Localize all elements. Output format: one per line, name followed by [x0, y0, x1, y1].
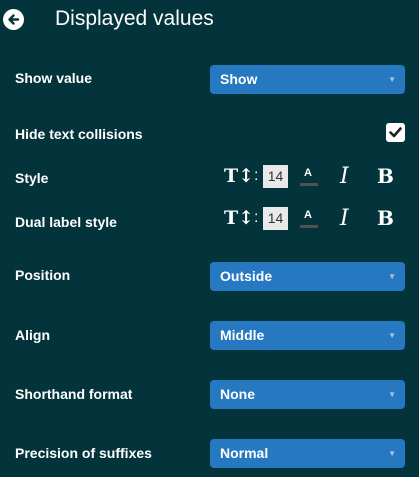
shorthand-format-selected: None: [220, 386, 255, 402]
panel-header: Displayed values: [0, 0, 419, 42]
dual-label-bold-button[interactable]: B: [377, 206, 394, 230]
show-value-label: Show value: [15, 70, 93, 86]
position-label: Position: [15, 267, 71, 283]
shorthand-format-select[interactable]: None ▼: [210, 380, 405, 409]
chevron-down-icon: ▼: [388, 331, 396, 340]
chevron-down-icon: ▼: [388, 75, 396, 84]
position-select[interactable]: Outside ▼: [210, 262, 405, 291]
color-swatch: [300, 183, 318, 186]
checkmark-icon: [389, 127, 402, 138]
show-value-selected: Show: [220, 71, 258, 87]
position-selected: Outside: [220, 268, 273, 284]
chevron-down-icon: ▼: [388, 272, 396, 281]
style-bold-button[interactable]: B: [377, 164, 394, 188]
precision-of-suffixes-selected: Normal: [220, 445, 269, 461]
back-arrow-icon[interactable]: [3, 9, 24, 30]
show-value-select[interactable]: Show ▼: [210, 65, 405, 94]
hide-text-collisions-label: Hide text collisions: [15, 126, 143, 142]
style-font-size-input[interactable]: 14: [263, 165, 288, 188]
dual-label-font-size-input[interactable]: 14: [263, 207, 288, 230]
dual-label-text-color-button[interactable]: A: [300, 207, 318, 231]
style-italic-button[interactable]: I: [340, 164, 349, 189]
hide-text-collisions-checkbox[interactable]: [386, 123, 405, 142]
separator: :: [254, 167, 259, 184]
dual-label-style-controls: T↕ : 14 A I B: [0, 205, 419, 235]
page-title: Displayed values: [55, 7, 214, 30]
precision-of-suffixes-select[interactable]: Normal ▼: [210, 439, 405, 468]
separator: :: [254, 209, 259, 226]
color-swatch: [300, 225, 318, 228]
text-size-icon[interactable]: T↕: [224, 207, 254, 229]
align-select[interactable]: Middle ▼: [210, 321, 405, 350]
style-text-color-button[interactable]: A: [300, 165, 318, 189]
style-controls: T↕ : 14 A I B: [0, 163, 419, 193]
chevron-down-icon: ▼: [388, 390, 396, 399]
text-size-icon[interactable]: T↕: [224, 165, 254, 187]
align-label: Align: [15, 327, 50, 343]
align-selected: Middle: [220, 327, 265, 343]
text-color-icon: A: [304, 167, 312, 179]
precision-of-suffixes-label: Precision of suffixes: [15, 445, 152, 461]
chevron-down-icon: ▼: [388, 449, 396, 458]
shorthand-format-label: Shorthand format: [15, 386, 133, 402]
dual-label-italic-button[interactable]: I: [340, 206, 349, 231]
text-color-icon: A: [304, 209, 312, 221]
